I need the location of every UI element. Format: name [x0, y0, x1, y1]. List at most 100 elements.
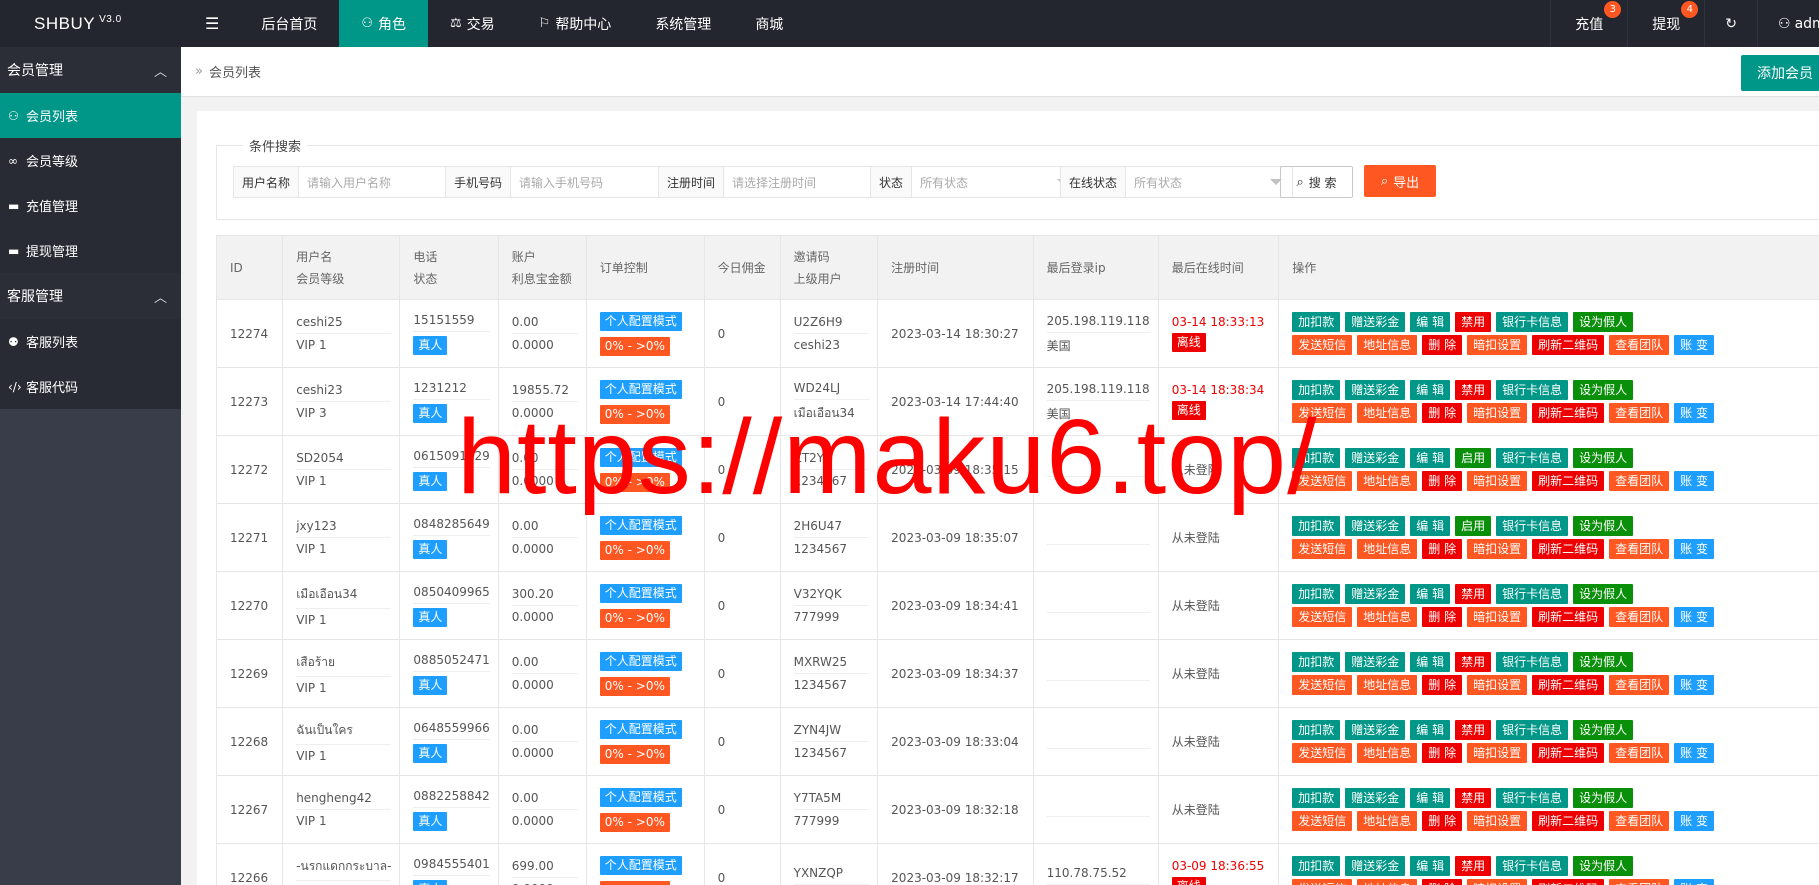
bank-card-button[interactable]: 银行卡信息	[1496, 312, 1569, 332]
edit-button[interactable]: 编 辑	[1410, 720, 1451, 740]
address-button[interactable]: 地址信息	[1357, 811, 1418, 831]
delete-button[interactable]: 删 除	[1422, 879, 1463, 885]
adjust-balance-button[interactable]: 加扣款	[1292, 652, 1341, 672]
send-sms-button[interactable]: 发送短信	[1292, 811, 1353, 831]
edit-button[interactable]: 编 辑	[1410, 856, 1451, 876]
set-fake-button[interactable]: 设为假人	[1573, 380, 1634, 400]
hidden-deduct-button[interactable]: 暗扣设置	[1467, 471, 1528, 491]
address-button[interactable]: 地址信息	[1357, 743, 1418, 763]
online-status-value[interactable]: 所有状态	[1126, 174, 1270, 191]
edit-button[interactable]: 编 辑	[1410, 652, 1451, 672]
disable-button[interactable]: 禁用	[1455, 380, 1492, 400]
recharge-button[interactable]: 充值 3	[1550, 0, 1627, 47]
set-fake-button[interactable]: 设为假人	[1573, 720, 1634, 740]
username-input[interactable]: 请输入用户名称	[299, 174, 468, 191]
edit-button[interactable]: 编 辑	[1410, 788, 1451, 808]
account-change-button[interactable]: 账 变	[1674, 335, 1714, 355]
nav-home[interactable]: 后台首页	[239, 0, 339, 47]
refresh-qr-button[interactable]: 刷新二维码	[1532, 539, 1605, 559]
sidebar-item-member-level[interactable]: ∞ 会员等级	[0, 138, 181, 183]
adjust-balance-button[interactable]: 加扣款	[1292, 584, 1341, 604]
search-button[interactable]: ⌕ 搜 索	[1280, 166, 1353, 198]
hidden-deduct-button[interactable]: 暗扣设置	[1467, 607, 1528, 627]
bank-card-button[interactable]: 银行卡信息	[1496, 788, 1569, 808]
add-member-button[interactable]: 添加会员	[1741, 55, 1819, 91]
edit-button[interactable]: 编 辑	[1410, 312, 1451, 332]
gift-bonus-button[interactable]: 赠送彩金	[1345, 380, 1406, 400]
refresh-qr-button[interactable]: 刷新二维码	[1532, 607, 1605, 627]
refresh-qr-button[interactable]: 刷新二维码	[1532, 471, 1605, 491]
disable-button[interactable]: 禁用	[1455, 652, 1492, 672]
bank-card-button[interactable]: 银行卡信息	[1496, 584, 1569, 604]
adjust-balance-button[interactable]: 加扣款	[1292, 516, 1341, 536]
disable-button[interactable]: 启用	[1455, 516, 1492, 536]
adjust-balance-button[interactable]: 加扣款	[1292, 788, 1341, 808]
account-change-button[interactable]: 账 变	[1674, 743, 1714, 763]
sidebar-item-service-code[interactable]: ‹/› 客服代码	[0, 364, 181, 409]
address-button[interactable]: 地址信息	[1357, 675, 1418, 695]
disable-button[interactable]: 禁用	[1455, 312, 1492, 332]
edit-button[interactable]: 编 辑	[1410, 516, 1451, 536]
refresh-icon[interactable]: ↻	[1704, 0, 1757, 47]
set-fake-button[interactable]: 设为假人	[1573, 788, 1634, 808]
edit-button[interactable]: 编 辑	[1410, 380, 1451, 400]
disable-button[interactable]: 启用	[1455, 448, 1492, 468]
view-team-button[interactable]: 查看团队	[1609, 879, 1670, 885]
status-value[interactable]: 所有状态	[912, 174, 1057, 191]
set-fake-button[interactable]: 设为假人	[1573, 448, 1634, 468]
refresh-qr-button[interactable]: 刷新二维码	[1532, 811, 1605, 831]
hidden-deduct-button[interactable]: 暗扣设置	[1467, 811, 1528, 831]
refresh-qr-button[interactable]: 刷新二维码	[1532, 675, 1605, 695]
sidebar-group-members[interactable]: 会员管理 ︿	[0, 47, 181, 93]
table-row[interactable]: 12269 เสือร้าย VIP 1 0885052471 真人 0.00 0.0…	[215, 639, 1819, 708]
disable-button[interactable]: 禁用	[1455, 856, 1492, 876]
send-sms-button[interactable]: 发送短信	[1292, 335, 1353, 355]
hidden-deduct-button[interactable]: 暗扣设置	[1467, 403, 1528, 423]
address-button[interactable]: 地址信息	[1357, 607, 1418, 627]
adjust-balance-button[interactable]: 加扣款	[1292, 380, 1341, 400]
edit-button[interactable]: 编 辑	[1410, 584, 1451, 604]
status-select[interactable]: 状态 所有状态	[870, 166, 1080, 198]
set-fake-button[interactable]: 设为假人	[1573, 584, 1634, 604]
adjust-balance-button[interactable]: 加扣款	[1292, 720, 1341, 740]
account-change-button[interactable]: 账 变	[1674, 879, 1714, 885]
refresh-qr-button[interactable]: 刷新二维码	[1532, 335, 1605, 355]
bank-card-button[interactable]: 银行卡信息	[1496, 380, 1569, 400]
delete-button[interactable]: 删 除	[1422, 539, 1463, 559]
table-row[interactable]: 12266 -นรกแดกกระบาล-VIP 1 0984555401 真人 6…	[215, 843, 1819, 885]
set-fake-button[interactable]: 设为假人	[1573, 652, 1634, 672]
gift-bonus-button[interactable]: 赠送彩金	[1345, 448, 1406, 468]
withdraw-button[interactable]: 提现 4	[1627, 0, 1704, 47]
sidebar-item-withdraw[interactable]: ▬ 提现管理	[0, 228, 181, 273]
app-logo[interactable]: SHBUY V3.0	[0, 0, 181, 47]
address-button[interactable]: 地址信息	[1357, 471, 1418, 491]
send-sms-button[interactable]: 发送短信	[1292, 539, 1353, 559]
nav-shop[interactable]: 商城	[733, 0, 805, 47]
delete-button[interactable]: 删 除	[1422, 811, 1463, 831]
account-change-button[interactable]: 账 变	[1674, 675, 1714, 695]
reg-time-input[interactable]: 请选择注册时间	[724, 174, 890, 191]
hidden-deduct-button[interactable]: 暗扣设置	[1467, 743, 1528, 763]
bank-card-button[interactable]: 银行卡信息	[1496, 448, 1569, 468]
hidden-deduct-button[interactable]: 暗扣设置	[1467, 539, 1528, 559]
delete-button[interactable]: 删 除	[1422, 675, 1463, 695]
view-team-button[interactable]: 查看团队	[1609, 811, 1670, 831]
view-team-button[interactable]: 查看团队	[1609, 675, 1670, 695]
menu-toggle-icon[interactable]: ☰	[181, 0, 239, 47]
send-sms-button[interactable]: 发送短信	[1292, 879, 1353, 885]
gift-bonus-button[interactable]: 赠送彩金	[1345, 788, 1406, 808]
account-change-button[interactable]: 账 变	[1674, 607, 1714, 627]
disable-button[interactable]: 禁用	[1455, 720, 1492, 740]
bank-card-button[interactable]: 银行卡信息	[1496, 652, 1569, 672]
reg-time-field[interactable]: 注册时间 请选择注册时间	[658, 166, 891, 198]
address-button[interactable]: 地址信息	[1357, 403, 1418, 423]
gift-bonus-button[interactable]: 赠送彩金	[1345, 516, 1406, 536]
online-status-select[interactable]: 在线状态 所有状态	[1060, 166, 1293, 198]
bank-card-button[interactable]: 银行卡信息	[1496, 516, 1569, 536]
send-sms-button[interactable]: 发送短信	[1292, 607, 1353, 627]
breadcrumb-current[interactable]: 会员列表	[209, 62, 261, 81]
send-sms-button[interactable]: 发送短信	[1292, 675, 1353, 695]
phone-input[interactable]: 请输入手机号码	[511, 174, 679, 191]
account-change-button[interactable]: 账 变	[1674, 471, 1714, 491]
table-row[interactable]: 12274 ceshi25 VIP 1 15151559 真人 0.00 0.0000…	[215, 299, 1819, 368]
